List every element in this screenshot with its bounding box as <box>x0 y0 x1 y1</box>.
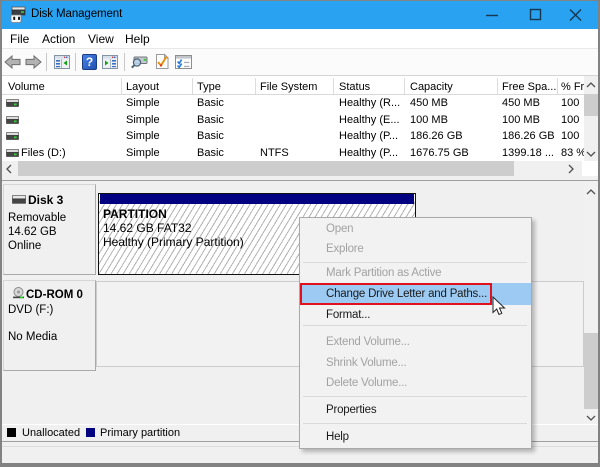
svg-text:?: ? <box>86 55 93 69</box>
